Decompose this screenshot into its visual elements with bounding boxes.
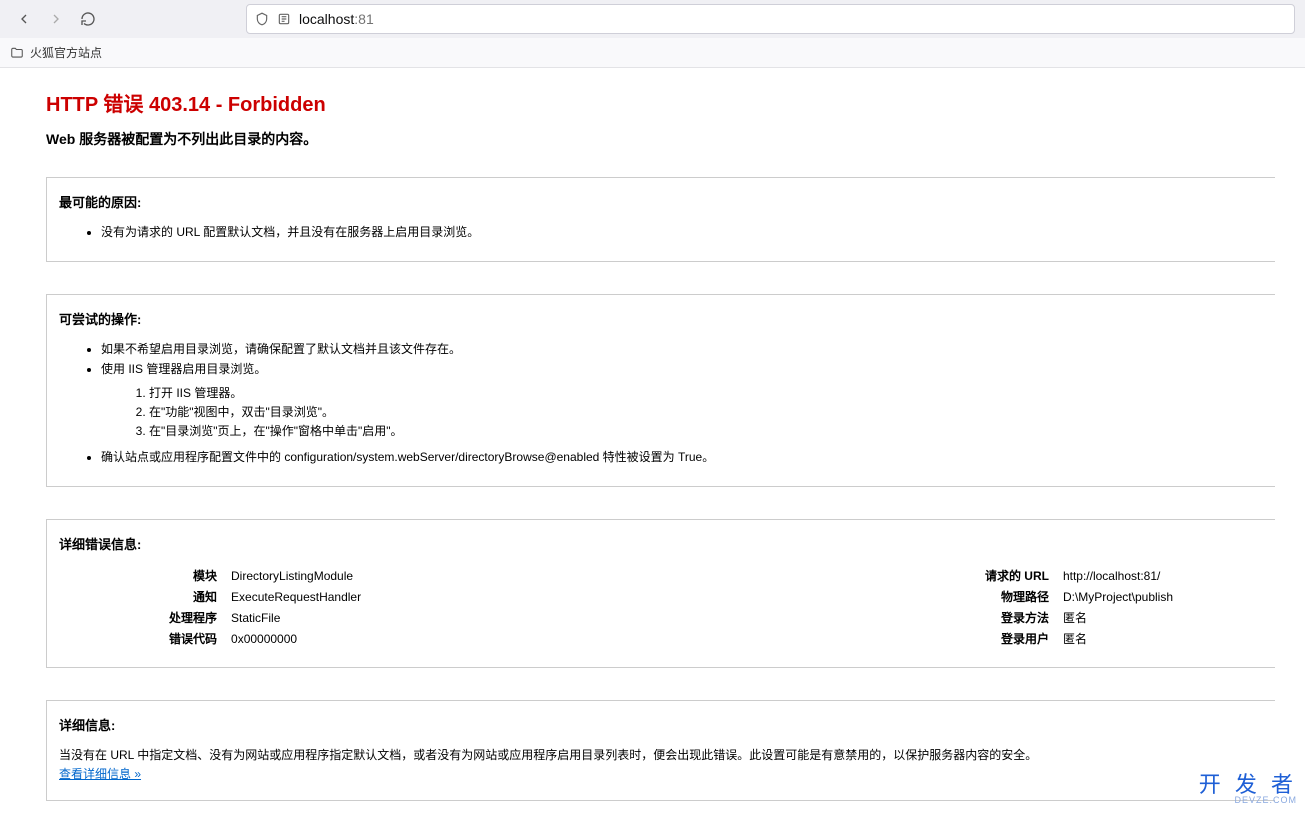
error-subtitle: Web 服务器被配置为不列出此目录的内容。 (46, 129, 1275, 149)
try-heading: 可尝试的操作: (59, 309, 1263, 328)
url-text: localhost:81 (299, 11, 374, 27)
try-step: 在"目录浏览"页上，在"操作"窗格中单击"启用"。 (149, 422, 1263, 440)
browser-toolbar: localhost:81 (0, 0, 1305, 38)
more-link[interactable]: 查看详细信息 » (59, 767, 141, 781)
try-item: 使用 IIS 管理器启用目录浏览。 (101, 360, 1263, 378)
reload-button[interactable] (74, 5, 102, 33)
try-step: 在"功能"视图中，双击"目录浏览"。 (149, 403, 1263, 421)
try-step: 打开 IIS 管理器。 (149, 384, 1263, 402)
detail-heading: 详细错误信息: (59, 534, 1263, 553)
site-info-icon (277, 12, 291, 26)
more-text: 当没有在 URL 中指定文档、没有为网站或应用程序指定默认文档，或者没有为网站或… (59, 746, 1263, 765)
address-bar[interactable]: localhost:81 (246, 4, 1295, 34)
causes-heading: 最可能的原因: (59, 192, 1263, 211)
try-item: 确认站点或应用程序配置文件中的 configuration/system.web… (101, 448, 1263, 466)
more-heading: 详细信息: (59, 715, 1263, 734)
try-section: 可尝试的操作: 如果不希望启用目录浏览，请确保配置了默认文档并且该文件存在。 使… (46, 294, 1275, 487)
detail-section: 详细错误信息: 模块DirectoryListingModule 通知Execu… (46, 519, 1275, 668)
detail-table-right: 请求的 URLhttp://localhost:81/ 物理路径D:\MyPro… (985, 565, 1173, 649)
cause-item: 没有为请求的 URL 配置默认文档，并且没有在服务器上启用目录浏览。 (101, 223, 1263, 241)
more-info-section: 详细信息: 当没有在 URL 中指定文档、没有为网站或应用程序指定默认文档，或者… (46, 700, 1275, 801)
shield-icon (255, 12, 269, 26)
detail-table-left: 模块DirectoryListingModule 通知ExecuteReques… (169, 565, 361, 649)
bookmarks-bar: 火狐官方站点 (0, 38, 1305, 68)
forward-button[interactable] (42, 5, 70, 33)
error-page: HTTP 错误 403.14 - Forbidden Web 服务器被配置为不列… (0, 68, 1305, 801)
bookmark-item[interactable]: 火狐官方站点 (30, 44, 102, 61)
error-title: HTTP 错误 403.14 - Forbidden (46, 88, 1275, 117)
folder-icon (10, 46, 24, 60)
try-item: 如果不希望启用目录浏览，请确保配置了默认文档并且该文件存在。 (101, 340, 1263, 358)
causes-section: 最可能的原因: 没有为请求的 URL 配置默认文档，并且没有在服务器上启用目录浏… (46, 177, 1275, 262)
back-button[interactable] (10, 5, 38, 33)
